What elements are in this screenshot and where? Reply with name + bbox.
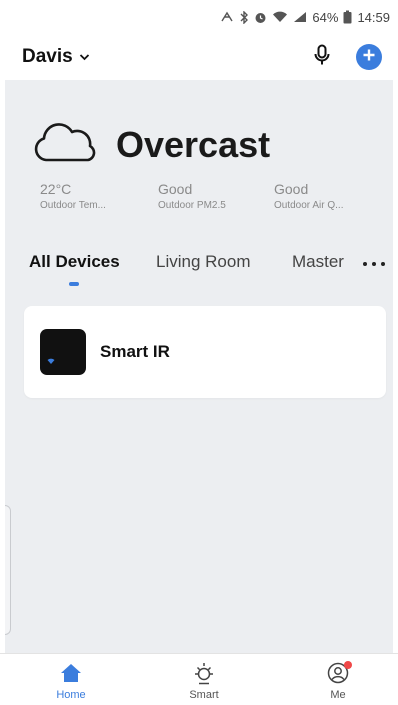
signal-icon	[293, 11, 307, 23]
nav-me[interactable]: Me	[298, 660, 378, 701]
metric-pm25: Good Outdoor PM2.5	[158, 181, 226, 211]
metric-value: Good	[158, 181, 193, 197]
side-drawer-handle[interactable]	[5, 505, 11, 635]
bluetooth-icon	[239, 10, 249, 24]
chevron-down-icon	[79, 48, 90, 66]
alarm-icon	[254, 11, 267, 24]
wifi-indicator-icon	[47, 351, 55, 369]
metric-caption: Outdoor Tem...	[40, 200, 106, 211]
nav-home[interactable]: Home	[31, 660, 111, 701]
metric-caption: Outdoor Air Q...	[274, 200, 344, 211]
metric-value: 22°C	[40, 181, 72, 197]
nav-label: Home	[56, 689, 86, 701]
clock: 14:59	[357, 9, 390, 25]
ir-remote-icon	[40, 329, 86, 375]
microphone-icon	[314, 44, 330, 71]
tab-master[interactable]: Master	[292, 252, 344, 272]
notification-badge	[344, 661, 352, 669]
more-dot	[363, 262, 367, 266]
room-tabs: All Devices Living Room Master	[5, 248, 393, 288]
plus-icon	[362, 48, 376, 67]
weather-summary[interactable]: Overcast	[32, 120, 270, 169]
nav-label: Smart	[189, 689, 219, 701]
weather-metrics: 22°C Outdoor Tem... Good Outdoor PM2.5 G…	[40, 181, 380, 215]
cloud-icon	[32, 120, 98, 169]
metric-caption: Outdoor PM2.5	[158, 200, 226, 211]
profile-icon	[327, 660, 352, 686]
nfc-icon	[220, 11, 234, 23]
more-dot	[381, 262, 385, 266]
tab-all-devices[interactable]: All Devices	[29, 252, 120, 272]
add-device-button[interactable]	[356, 44, 382, 70]
weather-condition: Overcast	[116, 123, 271, 165]
active-tab-indicator	[69, 282, 79, 286]
battery-icon	[343, 10, 352, 24]
app-header: Davis	[0, 34, 398, 80]
home-name: Davis	[22, 46, 73, 67]
main-content: Overcast 22°C Outdoor Tem... Good Outdoo…	[5, 80, 393, 653]
nav-label: Me	[330, 689, 346, 701]
device-card[interactable]: Smart IR	[24, 306, 386, 398]
more-rooms-button[interactable]	[363, 254, 385, 274]
device-name: Smart IR	[100, 342, 170, 361]
metric-air-quality: Good Outdoor Air Q...	[274, 181, 343, 211]
bottom-nav: Home Smart Me	[0, 653, 398, 705]
status-bar: 64% 14:59	[0, 0, 398, 34]
sun-icon	[192, 660, 216, 686]
voice-button[interactable]	[310, 44, 334, 71]
tab-living-room[interactable]: Living Room	[156, 252, 251, 272]
home-selector[interactable]: Davis	[22, 46, 90, 68]
nav-smart[interactable]: Smart	[164, 660, 244, 701]
metric-value: Good	[274, 181, 309, 197]
wifi-icon	[272, 11, 288, 23]
home-icon	[60, 660, 82, 686]
more-dot	[372, 262, 376, 266]
metric-temperature: 22°C Outdoor Tem...	[40, 181, 106, 211]
battery-percent: 64%	[312, 9, 339, 25]
